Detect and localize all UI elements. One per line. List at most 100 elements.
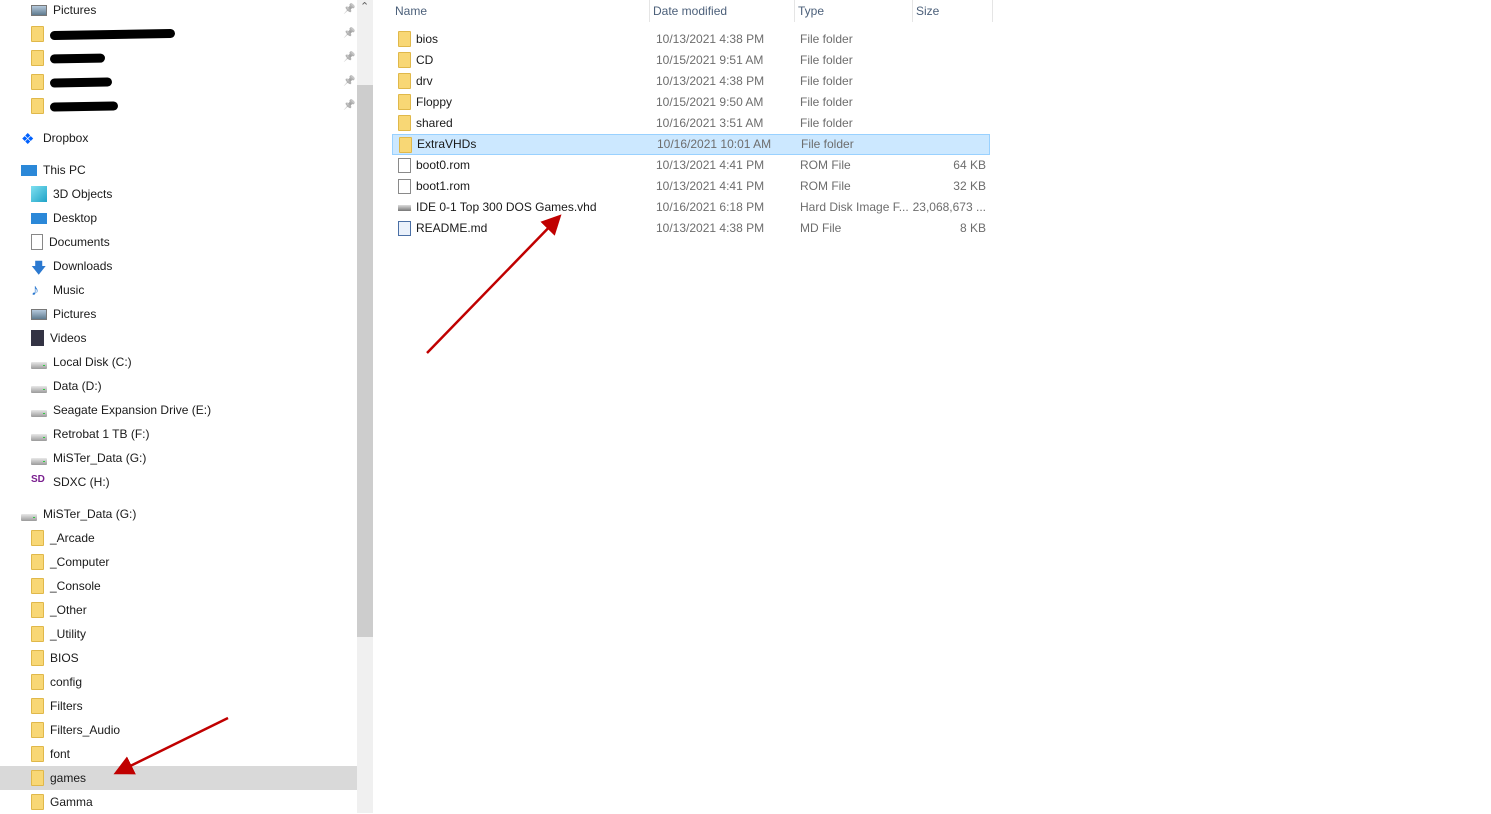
sidebar-item-label: Gamma [50, 795, 93, 809]
file-name: drv [416, 74, 433, 88]
pin-icon[interactable]: 📌 [343, 100, 355, 112]
folder-icon [31, 626, 44, 642]
file-row[interactable]: boot0.rom 10/13/2021 4:41 PM ROM File 64 KB [392, 155, 990, 176]
pin-icon[interactable]: 📌 [343, 28, 355, 40]
sidebar-item[interactable]: BIOS [0, 646, 357, 670]
file-icon [398, 158, 411, 173]
redacted-label [49, 53, 106, 63]
file-row[interactable]: ExtraVHDs 10/16/2021 10:01 AM File folder [392, 134, 990, 155]
file-row[interactable]: shared 10/16/2021 3:51 AM File folder [392, 113, 990, 134]
sidebar-item-label: _Utility [50, 627, 87, 641]
sidebar-item[interactable]: games [0, 766, 357, 790]
file-row[interactable]: CD 10/15/2021 9:51 AM File folder [392, 50, 990, 71]
file-date: 10/13/2021 4:41 PM [656, 179, 765, 193]
folder-icon [398, 31, 411, 47]
folder-icon [31, 650, 44, 666]
sidebar-item-label: BIOS [50, 651, 79, 665]
folder-icon [31, 698, 44, 714]
column-header-size[interactable]: Size [913, 0, 993, 22]
sidebar-item[interactable]: Filters [0, 694, 357, 718]
drive-icon [31, 385, 47, 393]
column-header-type[interactable]: Type [795, 0, 913, 22]
folder-icon [398, 52, 411, 68]
file-row[interactable]: bios 10/13/2021 4:38 PM File folder [392, 29, 990, 50]
sidebar-item-label: MiSTer_Data (G:) [53, 451, 147, 465]
file-date: 10/16/2021 6:18 PM [656, 200, 765, 214]
sidebar-item[interactable]: 📌 [0, 22, 357, 46]
sidebar-item[interactable]: Videos [0, 326, 357, 350]
file-row[interactable]: IDE 0-1 Top 300 DOS Games.vhd 10/16/2021 … [392, 197, 990, 218]
sidebar-item[interactable]: _Computer [0, 550, 357, 574]
file-date: 10/13/2021 4:38 PM [656, 221, 765, 235]
sidebar-item[interactable]: Data (D:) [0, 374, 357, 398]
sidebar-item[interactable]: 🡇 Downloads [0, 254, 357, 278]
sidebar-item[interactable]: Documents [0, 230, 357, 254]
pin-icon[interactable]: 📌 [343, 76, 355, 88]
sidebar-item[interactable]: MiSTer_Data (G:) [0, 446, 357, 470]
sidebar-item[interactable]: Local Disk (C:) [0, 350, 357, 374]
file-name: IDE 0-1 Top 300 DOS Games.vhd [416, 200, 597, 214]
sidebar-item-label: Downloads [53, 259, 113, 273]
sidebar-item[interactable]: Desktop [0, 206, 357, 230]
sidebar-item[interactable]: 📌 [0, 46, 357, 70]
file-date: 10/13/2021 4:38 PM [656, 74, 765, 88]
file-date: 10/13/2021 4:41 PM [656, 158, 765, 172]
sidebar-item-label: Seagate Expansion Drive (E:) [53, 403, 212, 417]
sidebar-item[interactable]: ♪ Music [0, 278, 357, 302]
file-name: ExtraVHDs [417, 137, 477, 151]
file-date: 10/15/2021 9:51 AM [656, 53, 764, 67]
pin-icon[interactable]: 📌 [343, 4, 355, 16]
sidebar-item-label: Music [53, 283, 85, 297]
disk-image-icon [398, 205, 411, 211]
sidebar-item[interactable]: Filters_Audio [0, 718, 357, 742]
sidebar-item[interactable]: 📌 [0, 94, 357, 118]
folder-icon [398, 73, 411, 89]
column-header-date[interactable]: Date modified [650, 0, 795, 22]
sidebar-item[interactable]: Pictures 📌 [0, 0, 357, 22]
file-date: 10/16/2021 3:51 AM [656, 116, 764, 130]
sidebar-item-label: Videos [50, 331, 87, 345]
pin-icon[interactable]: 📌 [343, 52, 355, 64]
sidebar-item[interactable]: 📌 [0, 70, 357, 94]
sidebar-item[interactable]: _Console [0, 574, 357, 598]
sidebar-item-label: Local Disk (C:) [53, 355, 132, 369]
sidebar-item[interactable]: _Utility [0, 622, 357, 646]
folder-icon [31, 26, 44, 42]
sidebar-item-label: Filters [50, 699, 83, 713]
sidebar-item[interactable]: _Arcade [0, 526, 357, 550]
file-row[interactable]: README.md 10/13/2021 4:38 PM MD File 8 KB [392, 218, 990, 239]
sidebar-item[interactable]: SD SDXC (H:) [0, 470, 357, 494]
file-type: File folder [800, 32, 853, 46]
pictures-icon [31, 308, 47, 320]
folder-icon [31, 602, 44, 618]
redacted-label [49, 76, 113, 88]
file-row[interactable]: boot1.rom 10/13/2021 4:41 PM ROM File 32 KB [392, 176, 990, 197]
sidebar-item[interactable]: Retrobat 1 TB (F:) [0, 422, 357, 446]
file-name: boot1.rom [416, 179, 471, 193]
file-name: Floppy [416, 95, 453, 109]
sidebar-item[interactable]: This PC [0, 158, 357, 182]
sidebar-item[interactable]: config [0, 670, 357, 694]
drive-icon [31, 409, 47, 417]
sidebar-item[interactable]: Gamma [0, 790, 357, 814]
column-header-name[interactable]: Name [392, 0, 650, 22]
desktop-icon [31, 213, 47, 224]
sidebar-item[interactable]: font [0, 742, 357, 766]
sidebar-item[interactable]: MiSTer_Data (G:) [0, 502, 357, 526]
sidebar-item-label: Retrobat 1 TB (F:) [53, 427, 150, 441]
sidebar-item[interactable]: 3D Objects [0, 182, 357, 206]
file-type: File folder [800, 53, 853, 67]
redacted-label [49, 28, 176, 40]
sidebar-item[interactable]: ❖ Dropbox [0, 126, 357, 150]
videos-icon [31, 330, 44, 346]
file-row[interactable]: drv 10/13/2021 4:38 PM File folder [392, 71, 990, 92]
nav-scrollbar-thumb[interactable] [357, 85, 373, 637]
folder-icon [398, 115, 411, 131]
sidebar-item[interactable]: _Other [0, 598, 357, 622]
sidebar-item-label: font [50, 747, 71, 761]
file-row[interactable]: Floppy 10/15/2021 9:50 AM File folder [392, 92, 990, 113]
scroll-up-icon[interactable]: ⌃ [360, 0, 369, 13]
sidebar-item[interactable]: Pictures [0, 302, 357, 326]
sidebar-item-label: Data (D:) [53, 379, 102, 393]
sidebar-item[interactable]: Seagate Expansion Drive (E:) [0, 398, 357, 422]
